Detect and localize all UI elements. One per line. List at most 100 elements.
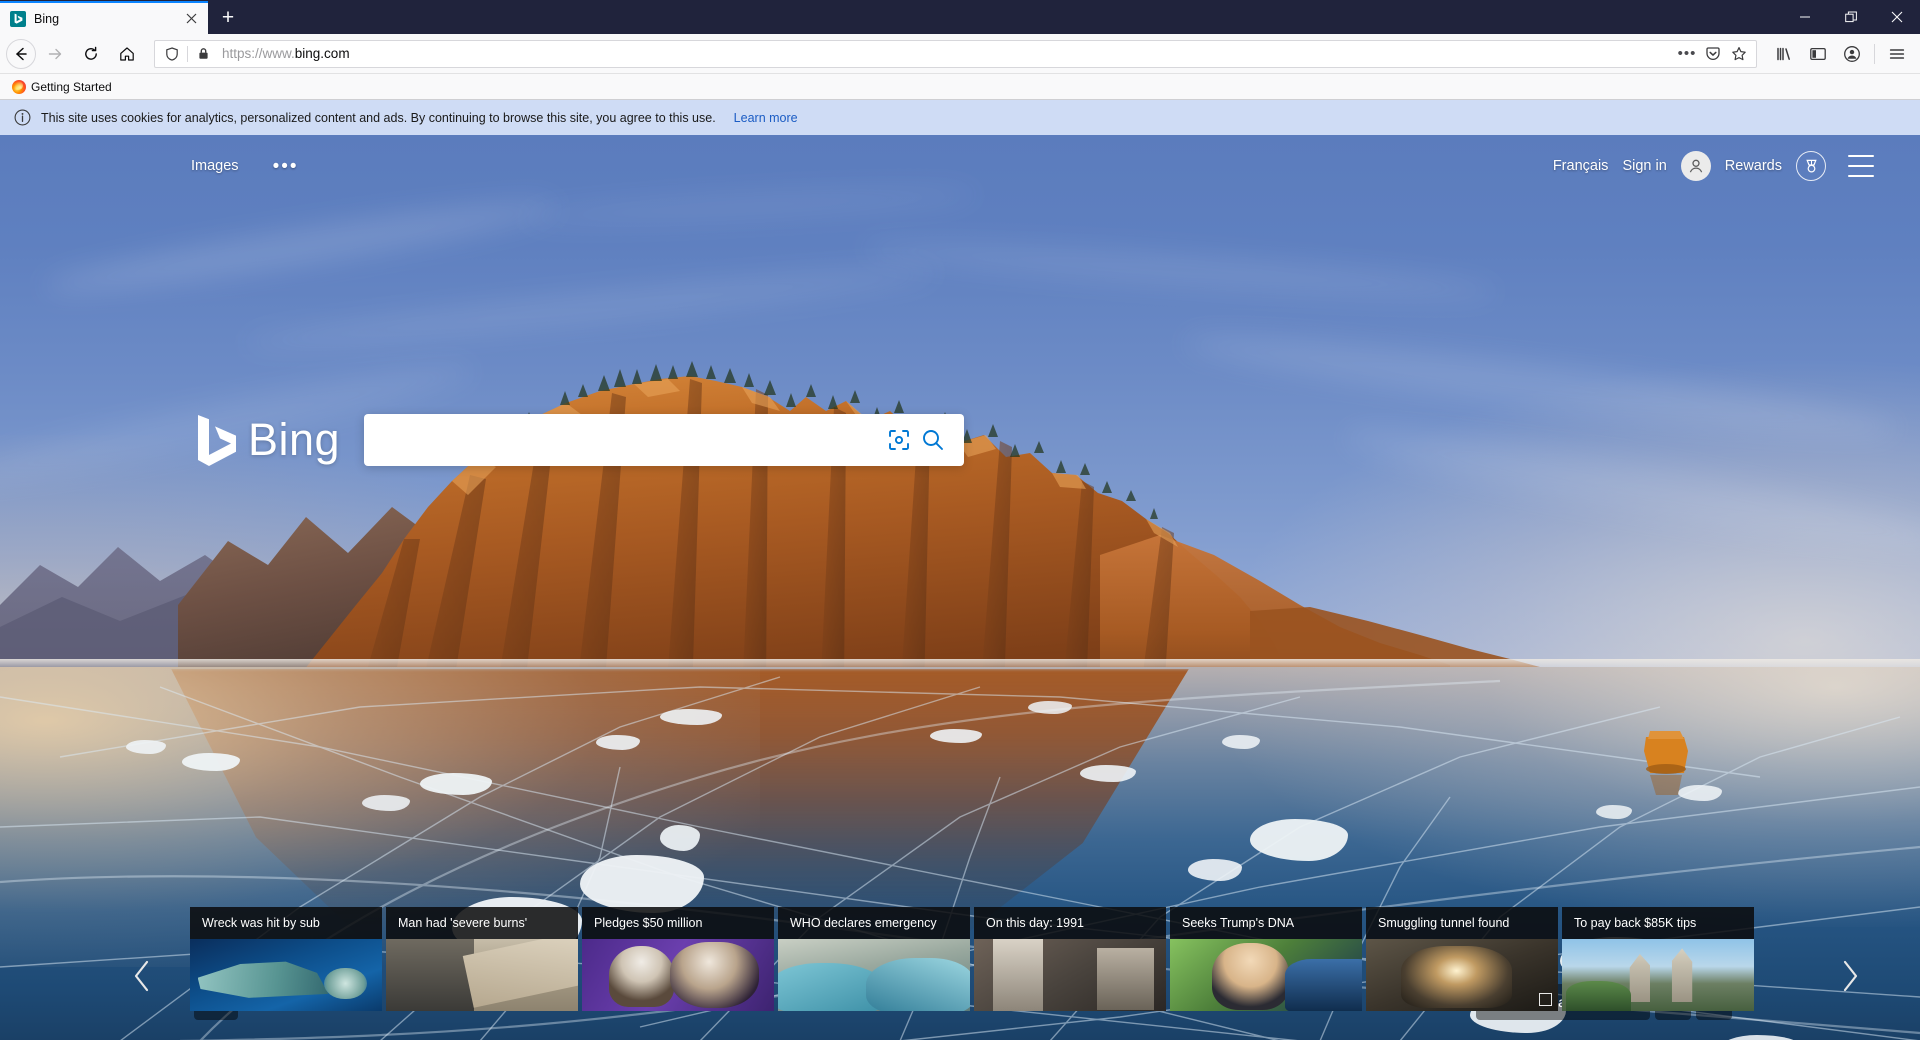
bing-favicon [10, 11, 26, 27]
chevron-right-icon [1837, 959, 1863, 993]
bing-logo[interactable]: Bing [196, 413, 340, 467]
home-button[interactable] [110, 39, 144, 69]
tab-strip: Bing + [0, 0, 246, 34]
rewards-medal-icon[interactable] [1796, 151, 1826, 181]
bookmark-label: Getting Started [31, 80, 112, 94]
snow-patch [1222, 735, 1260, 749]
visual-search-icon[interactable] [882, 423, 916, 457]
restore-button[interactable] [1828, 0, 1874, 34]
news-card-thumbnail [1562, 939, 1754, 1011]
bing-logo-mark [196, 413, 238, 467]
news-card-thumbnail [190, 939, 382, 1011]
minimize-button[interactable] [1782, 0, 1828, 34]
news-card-title-text: On this day: 1991 [986, 916, 1084, 930]
nav-overflow-icon[interactable]: ••• [273, 157, 299, 176]
bing-header-right: Français Sign in Rewards [1553, 151, 1894, 181]
cookie-consent-banner: This site uses cookies for analytics, pe… [0, 100, 1920, 135]
bookmark-star-icon[interactable] [1726, 42, 1752, 66]
bing-homepage: Images ••• Français Sign in Rewards Bing [0, 135, 1920, 1040]
news-card[interactable]: Smuggling tunnel found [1366, 907, 1558, 1011]
person-avatar-icon[interactable] [1681, 151, 1711, 181]
language-link-francais[interactable]: Français [1553, 158, 1609, 174]
search-box[interactable] [364, 414, 964, 466]
url-text[interactable]: https://www.bing.com [216, 46, 1674, 61]
news-card[interactable]: Seeks Trump's DNA [1170, 907, 1362, 1011]
carousel-prev-button[interactable] [112, 941, 172, 1011]
news-card[interactable]: Pledges $50 million [582, 907, 774, 1011]
news-card[interactable]: Wreck was hit by sub [190, 907, 382, 1011]
news-card-thumbnail [1170, 939, 1362, 1011]
news-card-title: Seeks Trump's DNA [1170, 907, 1362, 939]
news-card[interactable]: WHO declares emergency [778, 907, 970, 1011]
new-tab-button[interactable]: + [210, 2, 246, 32]
news-card-list: Wreck was hit by sub Man had 'severe bur… [190, 907, 1754, 1011]
bing-header-left: Images ••• [191, 157, 299, 176]
cookie-learn-more-link[interactable]: Learn more [734, 111, 798, 125]
sign-in-link[interactable]: Sign in [1622, 158, 1666, 174]
bookmark-getting-started[interactable]: Getting Started [8, 78, 116, 96]
snow-patch [1596, 805, 1632, 819]
window-controls [1782, 0, 1920, 34]
pocket-icon[interactable] [1700, 42, 1726, 66]
bookmarks-toolbar: Getting Started [0, 74, 1920, 100]
toolbar-separator [1874, 44, 1875, 64]
snow-patch [126, 740, 166, 754]
news-card-thumbnail [386, 939, 578, 1011]
bing-logo-word: Bing [248, 414, 340, 466]
news-card-title: Wreck was hit by sub [190, 907, 382, 939]
expand-icon[interactable] [1539, 993, 1552, 1006]
library-icon[interactable] [1767, 39, 1801, 69]
back-button[interactable] [6, 39, 36, 69]
news-card-title: WHO declares emergency [778, 907, 970, 939]
search-input[interactable] [382, 414, 882, 466]
reload-button[interactable] [74, 39, 108, 69]
news-card-title-text: Wreck was hit by sub [202, 916, 320, 930]
toolbar-right-group [1767, 39, 1914, 69]
app-menu-hamburger-icon[interactable] [1880, 39, 1914, 69]
search-magnifier-icon[interactable] [916, 423, 950, 457]
url-separator [187, 46, 188, 62]
news-card-title-text: Man had 'severe burns' [398, 916, 527, 930]
sidebar-icon[interactable] [1801, 39, 1835, 69]
snow-patch [1028, 701, 1072, 714]
hero-vehicle [1632, 725, 1702, 805]
news-card[interactable]: To pay back $85K tips [1562, 907, 1754, 1011]
url-bar[interactable]: https://www.bing.com ••• [154, 40, 1757, 68]
snow-patch [596, 735, 640, 750]
tab-title: Bing [34, 12, 174, 26]
news-card-title-text: Pledges $50 million [594, 916, 702, 930]
news-card[interactable]: Man had 'severe burns' [386, 907, 578, 1011]
news-card-thumbnail [974, 939, 1166, 1011]
nav-link-images[interactable]: Images [191, 158, 239, 174]
browser-tab-bing[interactable]: Bing [0, 1, 208, 34]
news-card-title: Man had 'severe burns' [386, 907, 578, 939]
news-card-title-text: WHO declares emergency [790, 916, 937, 930]
carousel-next-button[interactable] [1820, 941, 1880, 1011]
firefox-logo-icon [12, 80, 26, 94]
title-bar: Bing + [0, 0, 1920, 34]
account-icon[interactable] [1835, 39, 1869, 69]
tab-close-icon[interactable] [182, 10, 200, 28]
cookie-banner-text: This site uses cookies for analytics, pe… [41, 111, 716, 125]
tracking-protection-shield-icon[interactable] [159, 42, 185, 66]
news-card-thumbnail [582, 939, 774, 1011]
chevron-left-icon [129, 959, 155, 993]
forward-button[interactable] [38, 39, 72, 69]
info-icon [14, 109, 31, 126]
news-card-title: To pay back $85K tips [1562, 907, 1754, 939]
bing-hamburger-menu-icon[interactable] [1848, 155, 1874, 177]
close-button[interactable] [1874, 0, 1920, 34]
news-card-title-text: Seeks Trump's DNA [1182, 916, 1294, 930]
bing-search-row: Bing [196, 413, 964, 467]
news-card-title: Pledges $50 million [582, 907, 774, 939]
news-card[interactable]: On this day: 1991 [974, 907, 1166, 1011]
rewards-link[interactable]: Rewards [1725, 158, 1782, 174]
padlock-icon[interactable] [190, 42, 216, 66]
navigation-toolbar: https://www.bing.com ••• [0, 34, 1920, 74]
news-card-title: On this day: 1991 [974, 907, 1166, 939]
news-card-title-text: Smuggling tunnel found [1378, 916, 1509, 930]
bing-header: Images ••• Français Sign in Rewards [0, 135, 1920, 197]
snow-patch [660, 825, 700, 851]
page-actions-button[interactable]: ••• [1674, 42, 1700, 66]
news-card-title-text: To pay back $85K tips [1574, 916, 1696, 930]
